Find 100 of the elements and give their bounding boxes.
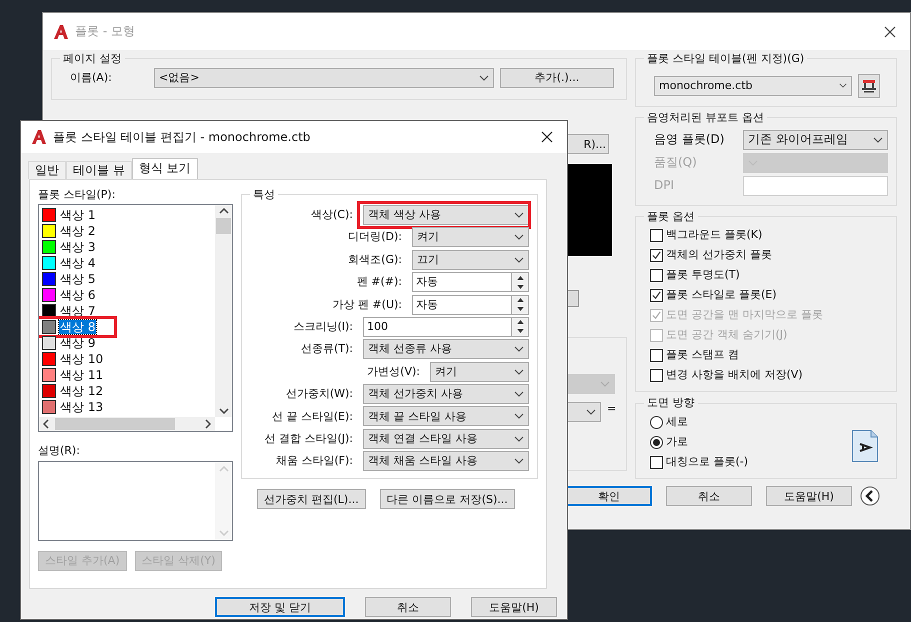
landscape-page-icon	[852, 430, 878, 462]
list-item[interactable]: 색상 3	[59, 240, 96, 254]
property-dropdown[interactable]: 끄기	[412, 250, 529, 270]
checkbox[interactable]	[650, 348, 663, 362]
dropdown[interactable]	[567, 374, 615, 394]
chevron-icon	[514, 458, 524, 464]
edit-button[interactable]: 다른 이름으로 저장(S)...	[380, 489, 515, 510]
list-item[interactable]: 색상 4	[59, 256, 96, 270]
chevron-icon	[514, 436, 524, 442]
checkbox-label: 도면 공간을 맨 마지막으로 플롯	[666, 308, 823, 322]
dialog-button[interactable]: 취소	[666, 486, 752, 506]
spinner-arrows[interactable]	[512, 316, 529, 337]
spinner-control[interactable]	[567, 290, 579, 307]
collapse-icon[interactable]	[860, 486, 880, 506]
list-item[interactable]: 색상 2	[59, 224, 96, 238]
checkbox[interactable]	[650, 248, 663, 262]
app-logo-icon	[53, 24, 69, 40]
radio-button[interactable]	[650, 436, 663, 448]
property-label: 선가중치(W):	[286, 387, 353, 401]
list-item[interactable]: 색상 10	[59, 352, 104, 366]
checkbox-label: 백그라운드 플롯(K)	[666, 228, 762, 242]
checkbox[interactable]	[650, 456, 663, 468]
property-label: 선종류(T):	[300, 342, 353, 356]
property-dropdown[interactable]: 객체 연결 스타일 사용	[363, 428, 529, 449]
property-dropdown[interactable]: 객체 채움 스타일 사용	[363, 451, 529, 472]
list-label: 플롯 스타일(P):	[38, 188, 116, 202]
property-dropdown[interactable]: 객체 색상 사용	[363, 204, 529, 225]
spinner-arrows[interactable]	[512, 272, 529, 292]
chevron-icon	[514, 256, 524, 263]
properties-button[interactable]: R)...	[567, 134, 609, 154]
list-item[interactable]: 색상 6	[59, 288, 96, 302]
scroll-up-icon[interactable]	[218, 208, 228, 214]
checkbox-label: 플롯 투명도(T)	[666, 268, 740, 282]
close-icon[interactable]	[541, 131, 553, 143]
checkbox[interactable]	[650, 368, 663, 382]
scroll-left-icon[interactable]	[43, 418, 49, 429]
group-title: 플롯 옵션	[646, 210, 696, 224]
chevron-icon	[514, 346, 524, 352]
radio-button[interactable]	[650, 416, 663, 428]
radio-label: 세로	[666, 415, 688, 429]
property-dropdown[interactable]: 객체 선가중치 사용	[363, 384, 529, 404]
property-label: 가변성(V):	[367, 364, 420, 379]
property-dropdown[interactable]: 객체 선종류 사용	[363, 339, 529, 360]
checkbox-label: 도면 공간 객체 숨기기(J)	[666, 328, 788, 342]
dialog-button[interactable]: 취소	[365, 597, 451, 617]
close-icon[interactable]	[884, 26, 896, 38]
property-label: 채움 스타일(F):	[276, 454, 353, 468]
property-dropdown[interactable]: 객체 끝 스타일 사용	[363, 406, 529, 426]
list-item[interactable]: 색상 11	[59, 368, 104, 382]
property-dropdown[interactable]: 켜기	[430, 362, 529, 382]
group-title: 도면 방향	[646, 396, 696, 410]
property-dropdown[interactable]: 켜기	[412, 227, 529, 248]
property-label: 회색조(G):	[348, 252, 402, 267]
property-label: 디더링(D):	[348, 230, 402, 244]
scrollbar[interactable]	[215, 204, 232, 417]
dialog-button[interactable]: 저장 및 닫기	[215, 597, 345, 617]
tab[interactable]: 형식 보기	[132, 158, 198, 179]
scroll-thumb[interactable]	[216, 218, 231, 234]
radio-label: 가로	[666, 435, 688, 449]
checkbox[interactable]	[650, 228, 663, 242]
checkbox-label: 플롯 스탬프 켬	[666, 348, 739, 362]
add-button[interactable]: 추가(.)...	[500, 68, 614, 88]
page-setup-dropdown[interactable]: <없음>	[154, 68, 494, 88]
list-item[interactable]: 색상 1	[59, 208, 96, 222]
list-item[interactable]: 색상 9	[59, 336, 96, 350]
app-logo-icon	[31, 129, 47, 145]
field-label: 품질(Q)	[654, 155, 698, 170]
dialog-button[interactable]: 확인	[566, 486, 652, 506]
property-label: 색상(C):	[311, 208, 353, 222]
shade-dropdown[interactable]: 기존 와이어프레임	[743, 130, 888, 150]
chevron-icon	[514, 413, 524, 420]
input-field[interactable]: 자동	[412, 294, 512, 314]
plot-style-dropdown[interactable]: monochrome.ctb	[654, 76, 852, 96]
scroll-right-icon[interactable]	[205, 418, 211, 429]
scrollbar[interactable]	[39, 416, 215, 431]
edit-button[interactable]: 선가중치 편집(L)...	[257, 489, 366, 510]
list-item[interactable]: 색상 5	[59, 272, 96, 286]
property-label: 스크리닝(I):	[293, 320, 353, 334]
field-label: DPI	[654, 178, 676, 193]
dropdown[interactable]	[567, 402, 601, 422]
group-title: 특성	[252, 188, 276, 202]
scroll-thumb[interactable]	[55, 418, 175, 430]
list-item[interactable]: 색상 12	[59, 384, 104, 398]
field-label: 이름(A):	[69, 70, 113, 85]
edit-plot-style-button[interactable]	[858, 74, 880, 98]
checkbox[interactable]	[650, 288, 663, 302]
field-label: 음영 플롯(D)	[654, 132, 726, 147]
list-item[interactable]: 색상 8	[59, 320, 96, 334]
tab[interactable]: 테이블 뷰	[66, 161, 132, 179]
chevron-icon	[873, 136, 883, 142]
scroll-down-icon[interactable]	[218, 408, 228, 414]
tab[interactable]: 일반	[28, 161, 66, 179]
dialog-button[interactable]: 도움말(H)	[471, 597, 557, 617]
checkbox[interactable]	[650, 268, 663, 282]
spinner-arrows[interactable]	[512, 294, 529, 314]
input-field[interactable]: 자동	[412, 272, 512, 292]
dialog-button[interactable]: 도움말(H)	[766, 486, 852, 506]
field-label: 설명(R):	[38, 444, 81, 458]
list-item[interactable]: 색상 13	[59, 400, 104, 414]
input-field[interactable]: 100	[363, 316, 512, 337]
